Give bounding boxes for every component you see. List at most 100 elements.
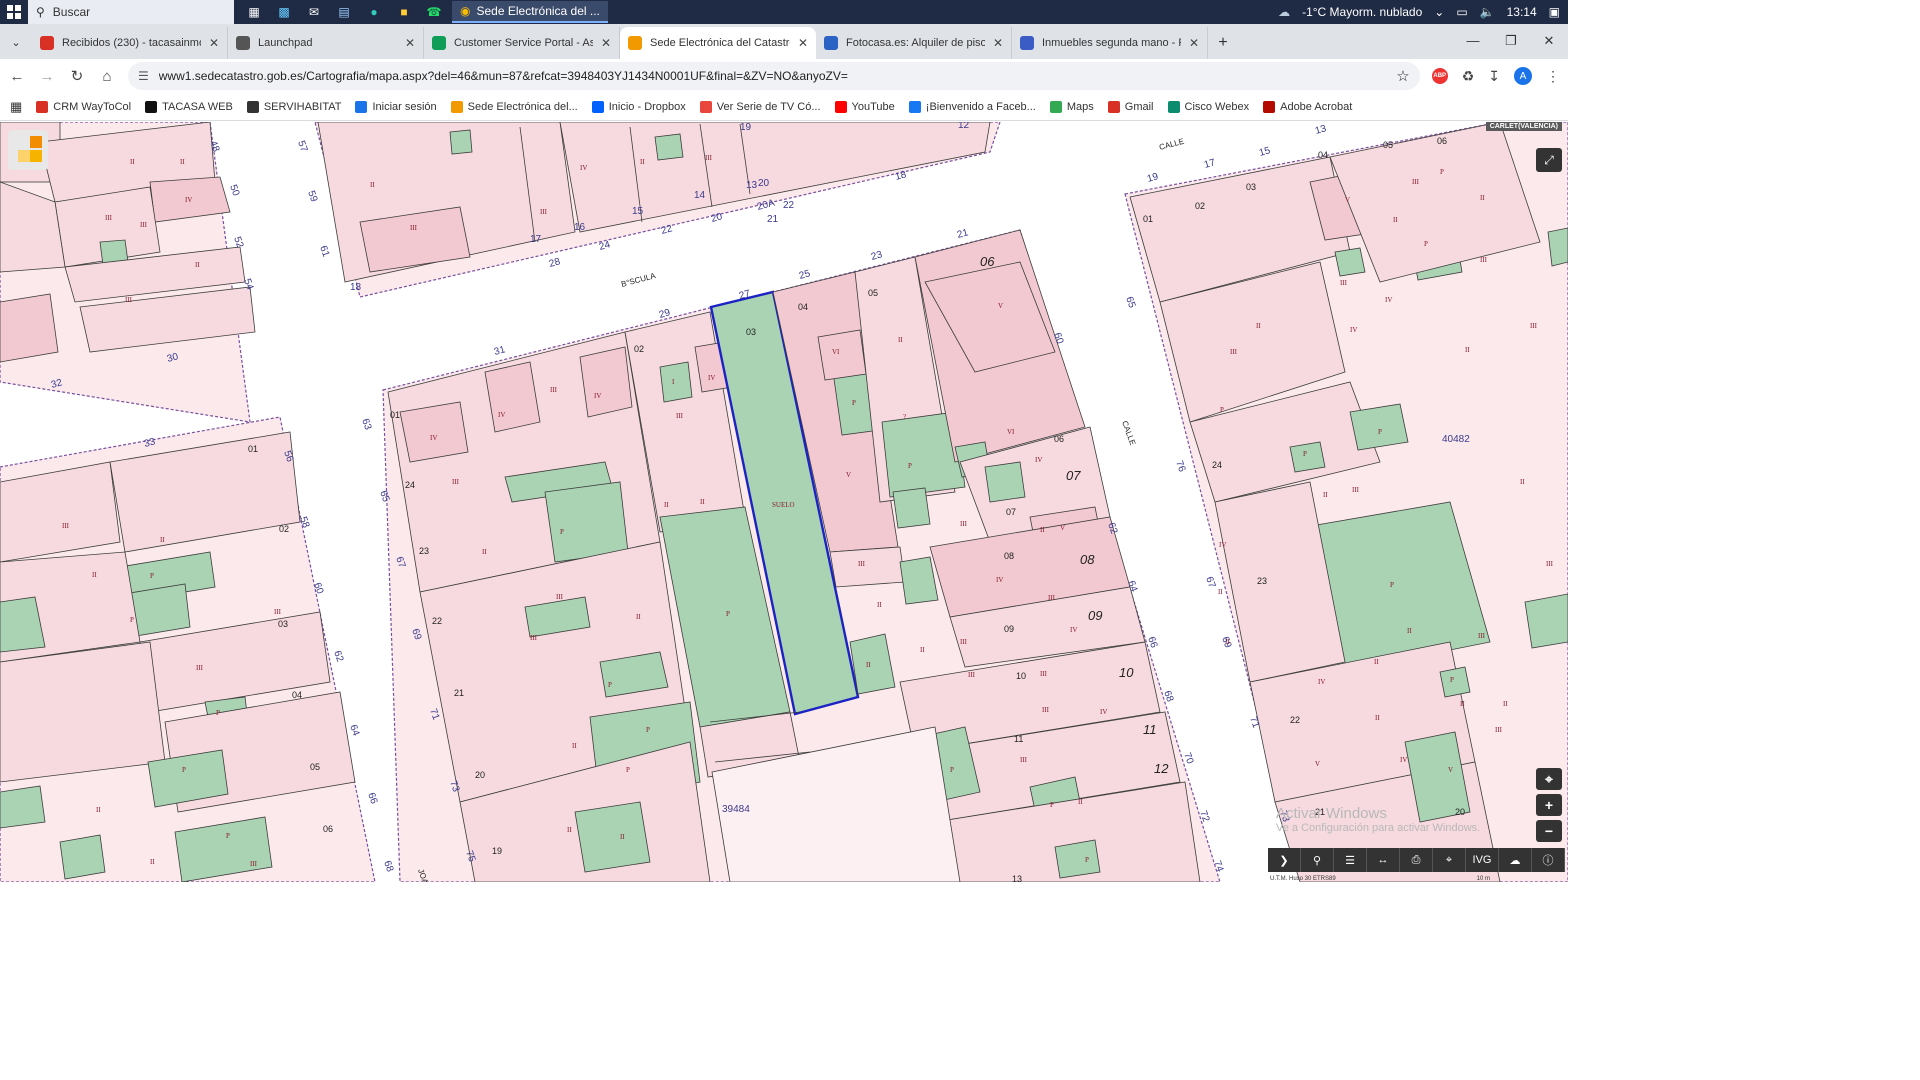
building [579,346,633,418]
browser-tab[interactable]: Sede Electrónica del Catastro - ✕ [620,27,816,59]
taskbar-search[interactable]: ⚲ Buscar [28,0,234,24]
volume-icon[interactable]: 🔈 [1480,5,1495,19]
locate-icon[interactable]: ⌖ [1536,768,1562,790]
ivg-icon[interactable]: IVG [1466,848,1499,872]
measure-icon[interactable]: ↔ [1367,848,1400,872]
street-number-label: 12 [958,122,970,131]
tab-search-icon[interactable]: ⌄ [0,25,32,59]
info-icon[interactable]: ⓘ [1532,848,1565,872]
adblock-icon[interactable]: ABP [1431,68,1448,84]
browser-tab[interactable]: Inmuebles segunda mano - Fot ✕ [1012,27,1208,59]
street-number-label: 22 [660,223,674,237]
bookmark-item[interactable]: Cisco Webex [1167,100,1249,113]
tray-chevron-icon[interactable]: ⌄ [1434,5,1444,19]
reload-icon[interactable]: ↻ [68,67,86,85]
whatsapp-icon[interactable]: ☎ [422,2,446,22]
downloads-icon[interactable]: ↧ [1488,68,1500,85]
new-tab-button[interactable]: + [1208,27,1238,59]
fullscreen-icon[interactable]: ⤢ [1536,148,1562,172]
close-tab-icon[interactable]: ✕ [209,36,219,50]
floor-count-label: IV [594,392,601,400]
calendar-app-icon[interactable]: ▩ [272,2,296,22]
zoom-in-button[interactable]: + [1536,794,1562,816]
browser-tab[interactable]: Launchpad ✕ [228,27,424,59]
chrome-menu-icon[interactable]: ⋮ [1546,68,1560,85]
municipality-tag: CARLET(VALENCIA) [1485,122,1562,131]
bookmark-item[interactable]: Sede Electrónica del... [450,100,578,113]
close-tab-icon[interactable]: ✕ [1189,36,1199,50]
parcel-number-label: 19 [492,846,502,856]
street-number-label: 50 [227,183,241,198]
windows-start-icon[interactable] [0,0,28,24]
notifications-icon[interactable]: ▣ [1549,5,1560,19]
window-app-icon[interactable]: ▤ [332,2,356,22]
close-tab-icon[interactable]: ✕ [993,36,1003,50]
street-number-label: 68 [381,859,395,874]
cadastral-map[interactable]: .blk { fill: #fbe9ec; stroke: #7a4f9e; s… [0,122,1568,882]
minimize-icon[interactable]: — [1454,24,1492,58]
file-explorer-icon[interactable]: ■ [392,2,416,22]
bookmark-star-icon[interactable]: ☆ [1396,67,1409,85]
floor-count-label: P [226,832,230,840]
close-tab-icon[interactable]: ✕ [405,36,415,50]
forward-icon[interactable]: → [38,68,56,85]
floor-count-label: IV [1070,626,1077,634]
bookmark-item[interactable]: Ver Serie de TV Có... [699,100,821,113]
share-icon[interactable]: ☁ [1499,848,1532,872]
taskbar-active-window[interactable]: ◉ Sede Electrónica del ... [452,1,608,23]
bookmark-item[interactable]: YouTube [834,100,895,113]
floor-count-label: IV [1350,326,1357,334]
back-icon[interactable]: ← [8,68,26,85]
bookmark-favicon-icon [1263,100,1276,113]
url-text[interactable]: www1.sedecatastro.gob.es/Cartografia/map… [159,69,1386,83]
bookmark-item[interactable]: Adobe Acrobat [1263,100,1352,113]
floor-count-label: II [482,548,487,556]
close-window-icon[interactable]: ✕ [1530,24,1568,58]
bookmark-item[interactable]: SERVIHABITAT [246,100,341,113]
next-icon[interactable]: ❯ [1268,848,1301,872]
browser-tab[interactable]: Customer Service Portal - Asistr ✕ [424,27,620,59]
bookmark-favicon-icon [145,100,158,113]
browser-tab[interactable]: Recibidos (230) - tacasainmobil ✕ [32,27,228,59]
patio [1349,403,1409,451]
mail-app-icon[interactable]: ✉ [302,2,326,22]
bookmark-item[interactable]: CRM WayToCol [36,100,131,113]
edge-icon[interactable]: ● [362,2,386,22]
restore-icon[interactable]: ❐ [1492,24,1530,58]
building [817,329,867,381]
bookmark-item[interactable]: ¡Bienvenido a Faceb... [908,100,1036,113]
bookmark-item[interactable]: TACASA WEB [145,100,233,113]
network-icon[interactable]: ▭ [1456,5,1467,19]
close-tab-icon[interactable]: ✕ [798,36,808,50]
street-number-label: 17 [1203,157,1217,171]
bookmark-item[interactable]: Iniciar sesión [355,100,437,113]
floor-count-label: P [608,681,612,689]
site-info-icon[interactable]: ☰ [138,69,149,83]
location-icon[interactable]: ⌖ [1433,848,1466,872]
layers-icon[interactable]: ☰ [1334,848,1367,872]
bookmark-item[interactable]: Inicio - Dropbox [591,100,686,113]
close-tab-icon[interactable]: ✕ [601,36,611,50]
zoom-out-button[interactable]: − [1536,820,1562,842]
home-icon[interactable]: ⌂ [98,68,116,85]
floor-count-label: P [626,766,630,774]
search-icon[interactable]: ⚲ [1301,848,1334,872]
profile-avatar[interactable]: A [1514,67,1532,85]
bookmark-item[interactable]: Gmail [1107,100,1154,113]
bookmark-item[interactable]: Maps [1049,100,1094,113]
print-icon[interactable]: ⎙ [1400,848,1433,872]
extensions-icon[interactable]: ♻ [1462,68,1475,85]
url-field[interactable]: ☰ www1.sedecatastro.gob.es/Cartografia/m… [128,62,1420,90]
floor-count-label: P [646,726,650,734]
floor-count-label: II [1407,627,1412,635]
street-number-label: 21 [767,214,779,225]
apps-grid-icon[interactable]: ▦ [10,99,22,115]
floor-count-label: II [1225,638,1230,646]
browser-tab[interactable]: Fotocasa.es: Alquiler de pisos, c ✕ [816,27,1012,59]
task-view-icon[interactable]: ▦ [242,2,266,22]
floor-count-label: II [877,601,882,609]
floor-count-label: II [195,261,200,269]
weather-text[interactable]: -1°C Mayorm. nublado [1302,5,1422,19]
clock[interactable]: 13:14 [1507,5,1537,19]
building [399,401,469,463]
